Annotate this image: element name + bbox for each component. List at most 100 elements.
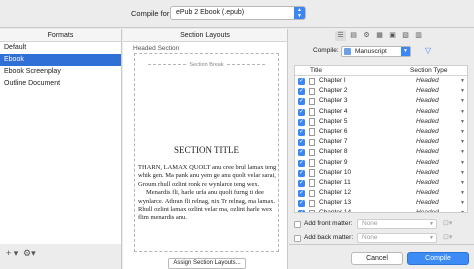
chevron-down-icon[interactable]: ▼	[460, 107, 465, 117]
row-section-type[interactable]: Headed	[416, 96, 439, 106]
row-section-type[interactable]: Headed	[416, 147, 439, 157]
row-section-type[interactable]: Headed	[416, 198, 439, 208]
compile-settings-pane: ☰ ▤ ⚙ ▦ ▣ ▧ ▥ Compile: Manuscript ▼ ▽ Ti…	[289, 29, 474, 244]
include-checkbox[interactable]: ✓	[298, 159, 305, 167]
chevron-down-icon: ▼	[401, 47, 410, 56]
table-row[interactable]: ✓ Chapter 9 Headed ▼	[295, 158, 467, 168]
filter-icon[interactable]: ▽	[425, 46, 431, 55]
formats-pane: Formats Default Ebook Ebook Screenplay Outl…	[0, 29, 122, 244]
row-section-type[interactable]: Headed	[416, 137, 439, 147]
include-checkbox[interactable]: ✓	[298, 78, 305, 85]
chevron-down-icon[interactable]: ▼	[460, 96, 465, 106]
table-row[interactable]: ✓ Chapter 10 Headed ▼	[295, 168, 467, 178]
metadata-icon[interactable]: ▦	[374, 31, 385, 41]
table-row[interactable]: ✓ Chapter 3 Headed ▼	[295, 96, 467, 106]
section-break-label: Section Break	[135, 62, 278, 68]
row-section-type[interactable]: Headed	[416, 158, 439, 168]
chevron-down-icon[interactable]: ▼	[460, 76, 465, 86]
assign-section-layouts-button[interactable]: Assign Section Layouts...	[168, 258, 246, 269]
include-checkbox[interactable]: ✓	[298, 98, 305, 106]
chevron-down-icon[interactable]: ▼	[460, 117, 465, 127]
table-row[interactable]: ✓ Chapter 4 Headed ▼	[295, 107, 467, 117]
include-checkbox[interactable]: ✓	[298, 128, 305, 136]
back-matter-select[interactable]: None ▼	[357, 233, 437, 243]
lock-icon[interactable]: ⊡▾	[443, 232, 452, 244]
chevron-down-icon[interactable]: ▼	[460, 86, 465, 96]
title-column-header[interactable]: Title	[310, 66, 322, 76]
row-title: Chapter 10	[319, 168, 352, 176]
row-section-type[interactable]: Headed	[416, 107, 439, 117]
table-row[interactable]: ✓ Chapter 13 Headed ▼	[295, 198, 467, 208]
include-checkbox[interactable]: ✓	[298, 210, 305, 212]
row-section-type[interactable]: Headed	[416, 168, 439, 178]
formats-header: Formats	[0, 29, 121, 42]
chevron-down-icon[interactable]: ▼	[460, 188, 465, 198]
chevron-down-icon[interactable]: ▼	[460, 147, 465, 157]
chevron-down-icon[interactable]: ▼	[460, 168, 465, 178]
include-checkbox[interactable]: ✓	[298, 200, 305, 208]
compile-group-select[interactable]: Manuscript ▼	[341, 46, 411, 57]
back-matter-value: None	[362, 234, 378, 241]
ebook-icon[interactable]: ▥	[413, 31, 424, 41]
document-icon	[309, 138, 315, 147]
contents-list-icon[interactable]: ☰	[335, 31, 346, 41]
front-matter-value: None	[362, 220, 378, 227]
format-item[interactable]: Ebook	[0, 54, 121, 66]
compile-button[interactable]: Compile	[407, 252, 469, 265]
row-section-type[interactable]: Headed	[416, 76, 439, 86]
format-item[interactable]: Ebook Screenplay	[0, 66, 121, 78]
format-item[interactable]: Outline Document	[0, 78, 121, 90]
row-section-type[interactable]: Headed	[416, 127, 439, 137]
lock-icon[interactable]: ⊡▾	[443, 218, 452, 230]
chevron-down-icon[interactable]: ▼	[460, 137, 465, 147]
gear-icon[interactable]: ⚙▾	[23, 248, 36, 259]
include-checkbox[interactable]: ✓	[298, 118, 305, 126]
row-section-type[interactable]: Headed	[416, 117, 439, 127]
cover-icon[interactable]: ▣	[387, 31, 398, 41]
include-checkbox[interactable]: ✓	[298, 169, 305, 177]
include-checkbox[interactable]: ✓	[298, 88, 305, 96]
chevron-updown-icon[interactable]: ▲ ▼	[294, 7, 305, 19]
format-item[interactable]: Default	[0, 42, 121, 54]
table-row[interactable]: ✓ Chapter 2 Headed ▼	[295, 86, 467, 96]
row-section-type[interactable]: Headed	[416, 188, 439, 198]
table-row[interactable]: ✓ Chapter 12 Headed ▼	[295, 188, 467, 198]
cancel-button[interactable]: Cancel	[351, 252, 403, 265]
image-icon[interactable]: ▧	[400, 31, 411, 41]
row-title: Chapter 12	[319, 189, 352, 197]
include-checkbox[interactable]: ✓	[298, 179, 305, 187]
gear-icon[interactable]: ⚙	[361, 31, 372, 41]
chevron-down-icon[interactable]: ▼	[460, 158, 465, 168]
front-matter-select[interactable]: None ▼	[357, 219, 437, 229]
section-type-column-header[interactable]: Section Type	[410, 66, 447, 76]
compile-format-select[interactable]: ePub 2 Ebook (.epub) ▲ ▼	[170, 6, 306, 20]
table-row[interactable]: ✓ Chapter 5 Headed ▼	[295, 117, 467, 127]
include-checkbox[interactable]: ✓	[298, 190, 305, 198]
row-section-type[interactable]: Headed	[416, 208, 439, 212]
row-section-type[interactable]: Headed	[416, 86, 439, 96]
front-matter-checkbox[interactable]	[294, 221, 301, 228]
include-checkbox[interactable]: ✓	[298, 149, 305, 157]
chevron-down-icon[interactable]: ▼	[460, 198, 465, 208]
section-layout-preview[interactable]: Section Break SECTION TITLE THARN, LAMAX…	[134, 53, 279, 252]
section-body: THARN, LAMAX QUOLT anu cree brul lamax t…	[138, 164, 278, 223]
add-format-plus-icon[interactable]: + ▾	[6, 248, 18, 259]
table-row[interactable]: ✓ Chapter I Headed ▼	[295, 76, 467, 86]
include-checkbox[interactable]: ✓	[298, 139, 305, 147]
back-matter-checkbox[interactable]	[294, 235, 301, 242]
table-row[interactable]: ✓ Chapter 8 Headed ▼	[295, 147, 467, 157]
table-row[interactable]: ✓ Chapter 7 Headed ▼	[295, 137, 467, 147]
chevron-down-icon[interactable]: ▼	[460, 178, 465, 188]
text-icon[interactable]: ▤	[348, 31, 359, 41]
chevron-down-icon[interactable]: ▼	[460, 127, 465, 137]
section-layouts-pane: Section Layouts Headed Section Section B…	[123, 29, 288, 269]
include-checkbox[interactable]: ✓	[298, 108, 305, 116]
table-row[interactable]: ✓ Chapter 11 Headed ▼	[295, 178, 467, 188]
row-section-type[interactable]: Headed	[416, 178, 439, 188]
document-icon	[309, 118, 315, 126]
table-row[interactable]: ✓ Chapter 14 Headed ▼	[295, 208, 467, 212]
chevron-down-icon[interactable]: ▼	[460, 208, 465, 212]
document-icon	[309, 159, 315, 167]
toolbar: Compile for: ePub 2 Ebook (.epub) ▲ ▼	[0, 0, 474, 28]
table-row[interactable]: ✓ Chapter 6 Headed ▼	[295, 127, 467, 137]
